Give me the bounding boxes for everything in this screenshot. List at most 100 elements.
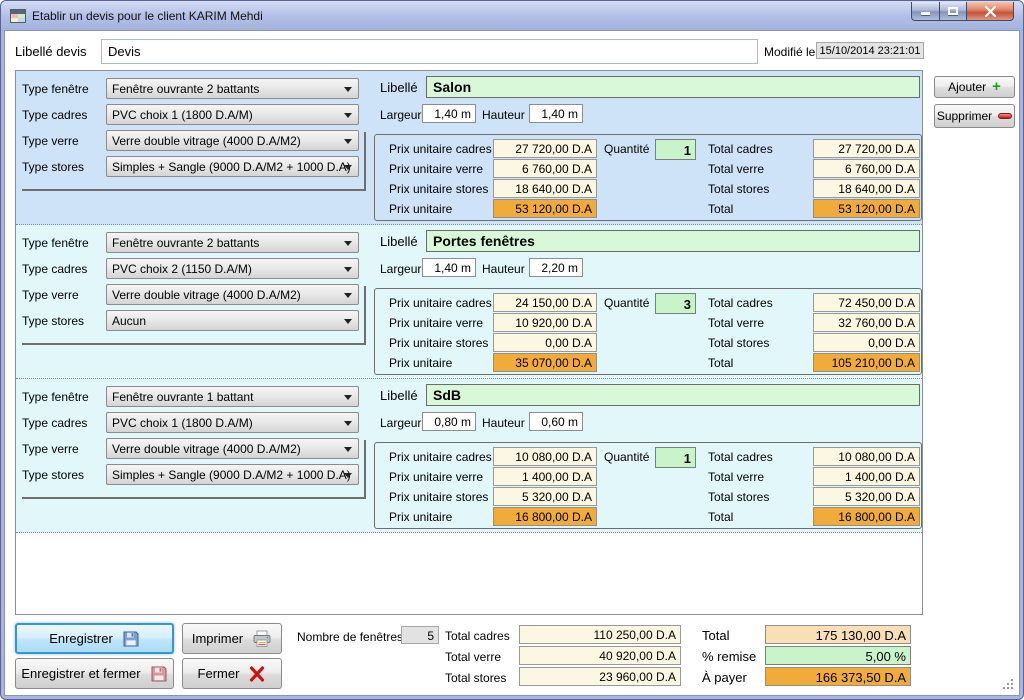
save-icon [122,630,140,648]
chevron-down-icon [344,293,352,298]
maximize-button[interactable] [940,2,967,21]
grand-total-field: 175 130,00 D.A [765,625,911,644]
chevron-down-icon [344,241,352,246]
supprimer-button[interactable]: Supprimer [934,104,1015,128]
combo-value: PVC choix 1 (1800 D.A/M) [112,108,253,122]
fermer-button[interactable]: Fermer [182,658,282,689]
type-fenetre-label: Type fenêtre [22,82,104,96]
ajouter-button[interactable]: Ajouter+ [934,76,1015,98]
save-close-icon [150,665,168,683]
combo-value: Verre double vitrage (4000 D.A/M2) [112,134,301,148]
total-stores-label: Total stores [708,490,769,504]
printer-icon [252,630,272,648]
type-verre-select[interactable]: Verre double vitrage (4000 D.A/M2) [106,130,359,151]
hauteur-input[interactable]: 0,60 m [529,412,583,431]
remise-input[interactable]: 5,00 % [765,646,911,665]
type-stores-select[interactable]: Simples + Sangle (9000 D.A/M2 + 1000 D.A… [106,156,359,177]
libelle-input[interactable]: Portes fenêtres [426,230,920,252]
combo-value: PVC choix 1 (1800 D.A/M) [112,416,253,430]
total-label: Total [708,202,733,216]
quantite-label: Quantité [604,142,649,156]
fermer-label: Fermer [198,666,240,681]
hauteur-input[interactable]: 2,20 m [529,258,583,277]
combo-value: Fenêtre ouvrante 2 battants [112,82,259,96]
footer-total-verre-field: 40 920,00 D.A [519,646,681,665]
resize-grip[interactable] [1002,678,1014,690]
libelle-devis-input[interactable]: Devis [101,39,758,64]
total-verre-field: 32 760,00 D.A [813,313,920,332]
quantite-input[interactable]: 1 [655,447,696,468]
footer-total-cadres-label: Total cadres [445,629,510,643]
prices-groupbox: Prix unitaire cadres 27 720,00 D.A Prix … [374,134,922,221]
type-verre-select[interactable]: Verre double vitrage (4000 D.A/M2) [106,438,359,459]
ajouter-label: Ajouter [948,80,986,94]
modifie-le-label: Modifié le [764,45,815,59]
largeur-input[interactable]: 1,40 m [422,258,476,277]
largeur-input[interactable]: 1,40 m [422,104,476,123]
total-verre-label: Total verre [708,470,764,484]
combo-value: Verre double vitrage (4000 D.A/M2) [112,442,301,456]
combo-value: Fenêtre ouvrante 2 battants [112,236,259,250]
chevron-down-icon [344,267,352,272]
prix-unitaire-label: Prix unitaire [389,356,452,370]
footer-total-cadres-field: 110 250,00 D.A [519,625,681,644]
prix-unitaire-label: Prix unitaire [389,202,452,216]
title-bar[interactable]: Etablir un devis pour le client KARIM Me… [1,1,1023,31]
type-verre-select[interactable]: Verre double vitrage (4000 D.A/M2) [106,284,359,305]
libelle-label: Libellé [380,388,418,403]
window-title: Etablir un devis pour le client KARIM Me… [32,9,263,23]
type-stores-select[interactable]: Aucun [106,310,359,331]
total-field: 53 120,00 D.A [813,199,920,218]
libelle-label: Libellé [380,80,418,95]
imprimer-button[interactable]: Imprimer [182,623,282,654]
libelle-input[interactable]: Salon [426,76,920,98]
grand-total-label: Total [702,628,729,643]
largeur-input[interactable]: 0,80 m [422,412,476,431]
combo-value: PVC choix 2 (1150 D.A/M) [112,262,252,276]
combo-value: Verre double vitrage (4000 D.A/M2) [112,288,301,302]
type-fenetre-select[interactable]: Fenêtre ouvrante 2 battants [106,232,359,253]
total-cadres-label: Total cadres [708,296,773,310]
enregistrer-button[interactable]: Enregistrer [15,623,174,654]
chevron-down-icon [344,473,352,478]
close-x-icon [248,665,266,683]
quantite-input[interactable]: 1 [655,139,696,160]
largeur-label: Largeur [380,416,421,430]
total-verre-label: Total verre [708,316,764,330]
group-divider [22,189,366,191]
prix-unitaire-stores-field: 5 320,00 D.A [493,487,597,506]
a-payer-label: À payer [702,670,747,685]
type-fenetre-select[interactable]: Fenêtre ouvrante 2 battants [106,78,359,99]
type-stores-label: Type stores [22,314,104,328]
quantite-label: Quantité [604,450,649,464]
type-cadres-select[interactable]: PVC choix 2 (1150 D.A/M) [106,258,359,279]
largeur-label: Largeur [380,108,421,122]
minimize-button[interactable] [911,2,940,21]
group-divider [22,497,366,499]
modifie-le-value: 15/10/2014 23:21:01 [816,42,924,59]
prix-unitaire-verre-label: Prix unitaire verre [389,162,483,176]
libelle-input[interactable]: SdB [426,384,920,406]
quantite-input[interactable]: 3 [655,293,696,314]
quantite-label: Quantité [604,296,649,310]
type-fenetre-select[interactable]: Fenêtre ouvrante 1 battant [106,386,359,407]
prix-unitaire-stores-field: 0,00 D.A [493,333,597,352]
prix-unitaire-field: 35 070,00 D.A [493,353,597,372]
hauteur-input[interactable]: 1,40 m [529,104,583,123]
remise-label: % remise [702,649,756,664]
close-button[interactable] [967,2,1014,21]
quote-line-section: Type fenêtre Fenêtre ouvrante 2 battants… [16,71,922,225]
libelle-devis-label: Libellé devis [15,44,87,59]
type-cadres-select[interactable]: PVC choix 1 (1800 D.A/M) [106,412,359,433]
enregistrer-et-fermer-label: Enregistrer et fermer [21,666,140,681]
enregistrer-et-fermer-button[interactable]: Enregistrer et fermer [15,658,174,689]
prix-unitaire-label: Prix unitaire [389,510,452,524]
prix-unitaire-cadres-field: 10 080,00 D.A [493,447,597,466]
type-stores-select[interactable]: Simples + Sangle (9000 D.A/M2 + 1000 D.A… [106,464,359,485]
total-verre-label: Total verre [708,162,764,176]
dialog-content: Libellé devis Devis Modifié le 15/10/201… [4,30,1020,696]
supprimer-label: Supprimer [937,109,992,123]
prix-unitaire-cadres-label: Prix unitaire cadres [389,142,492,156]
libelle-label: Libellé [380,234,418,249]
type-cadres-select[interactable]: PVC choix 1 (1800 D.A/M) [106,104,359,125]
